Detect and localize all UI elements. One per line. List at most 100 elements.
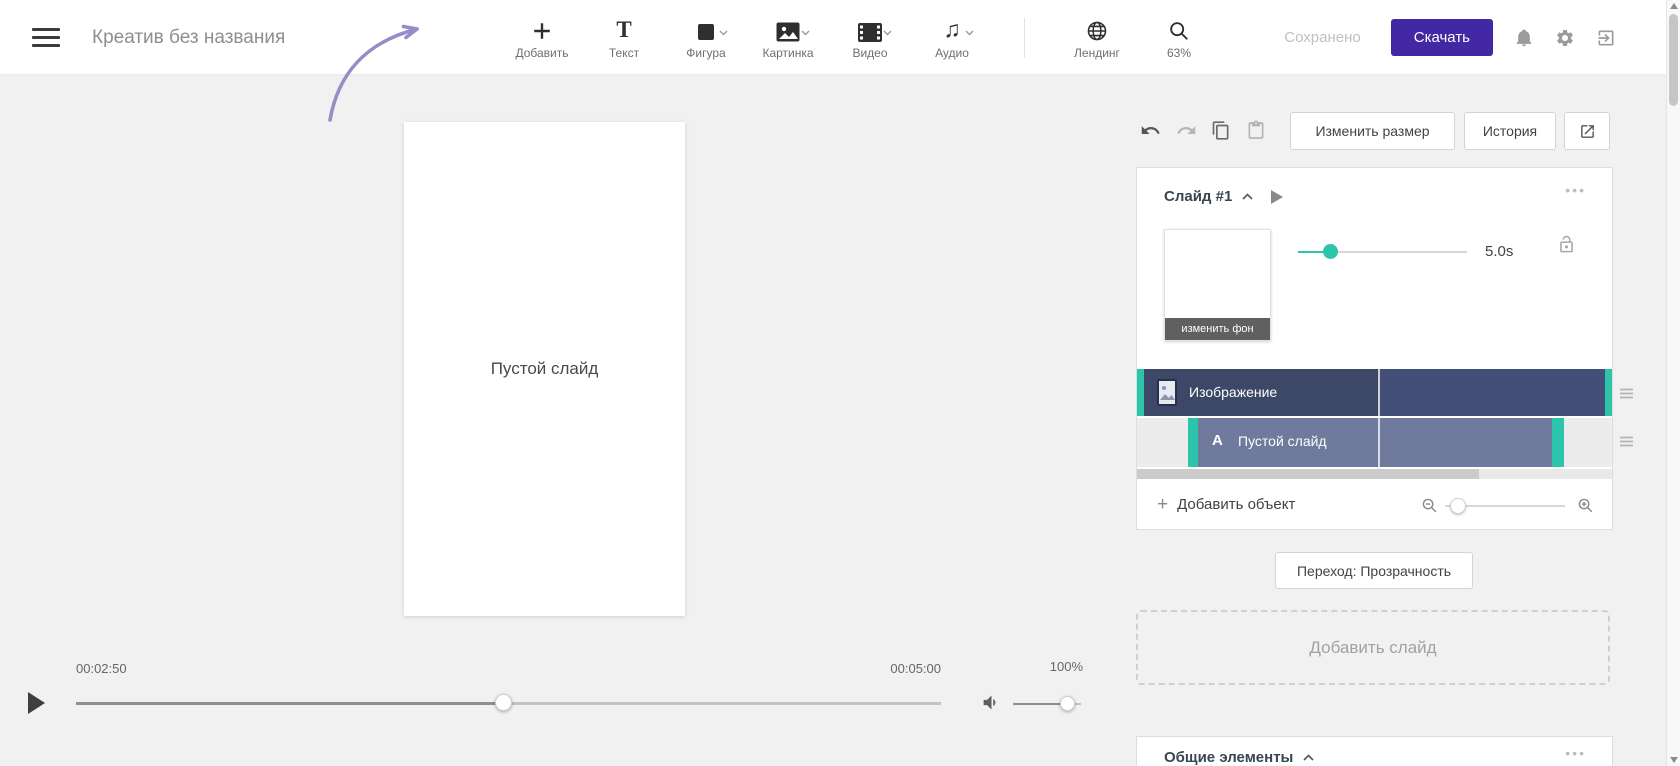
timeline-scrollbar-thumb[interactable] bbox=[1137, 469, 1479, 479]
common-elements-menu-dots[interactable]: ••• bbox=[1565, 745, 1586, 761]
undo-icon[interactable] bbox=[1140, 120, 1161, 146]
trim-handle-left[interactable] bbox=[1137, 369, 1144, 416]
slide-title: Слайд #1 bbox=[1164, 188, 1233, 205]
gear-icon[interactable] bbox=[1555, 28, 1575, 48]
tool-label: Аудио bbox=[935, 46, 969, 60]
tool-label: Видео bbox=[852, 46, 888, 60]
timeline-track-image[interactable]: Изображение bbox=[1137, 369, 1612, 416]
chevron-down-icon bbox=[801, 23, 810, 41]
scroll-down-arrow[interactable] bbox=[1670, 757, 1678, 763]
duration-label: 5.0s bbox=[1485, 243, 1514, 260]
text-icon: T bbox=[616, 17, 632, 42]
paste-icon[interactable] bbox=[1246, 120, 1266, 146]
speaker-icon[interactable] bbox=[981, 692, 1002, 718]
image-track-label: Изображение bbox=[1189, 384, 1278, 400]
change-background-button[interactable]: изменить фон bbox=[1165, 318, 1270, 340]
timeline-track-text[interactable]: A Пустой слайд bbox=[1137, 418, 1612, 467]
clip-handle-left[interactable] bbox=[1188, 418, 1198, 467]
chevron-down-icon bbox=[719, 23, 728, 41]
download-button[interactable]: Скачать bbox=[1390, 19, 1493, 56]
slide-thumbnail[interactable]: изменить фон bbox=[1164, 229, 1271, 341]
empty-slide-placeholder: Пустой слайд bbox=[490, 359, 599, 378]
tool-landing[interactable]: Лендинг bbox=[1067, 15, 1127, 60]
chevron-up-icon[interactable] bbox=[1303, 754, 1314, 761]
scrollbar-thumb[interactable] bbox=[1669, 14, 1678, 106]
tool-label: Добавить bbox=[515, 46, 569, 60]
tool-shape[interactable]: Фигура bbox=[676, 15, 736, 60]
tool-label: Картинка bbox=[762, 46, 814, 60]
text-track-badge: A bbox=[1212, 432, 1223, 449]
redo-icon[interactable] bbox=[1176, 120, 1197, 146]
video-icon bbox=[858, 15, 882, 42]
open-in-new-button[interactable] bbox=[1564, 112, 1610, 150]
logout-icon[interactable] bbox=[1596, 28, 1616, 48]
track-drag-handle[interactable] bbox=[1620, 434, 1633, 452]
tool-audio[interactable]: ♫ Аудио bbox=[922, 15, 982, 60]
toolbar-divider bbox=[1024, 17, 1025, 58]
total-time: 00:05:00 bbox=[890, 661, 941, 676]
chevron-down-icon bbox=[883, 23, 892, 41]
hamburger-menu-icon[interactable] bbox=[32, 28, 60, 47]
slide-menu-dots[interactable]: ••• bbox=[1565, 182, 1586, 198]
plus-icon: + bbox=[1157, 494, 1169, 515]
add-object-button[interactable]: + Добавить объект bbox=[1157, 495, 1295, 514]
slide-card: Слайд #1 ••• изменить фон 5.0s Изображен… bbox=[1136, 167, 1613, 530]
resize-button[interactable]: Изменить размер bbox=[1290, 112, 1455, 150]
trim-handle-right[interactable] bbox=[1605, 369, 1612, 416]
transition-button[interactable]: Переход: Прозрачность bbox=[1275, 552, 1473, 589]
slide-card-header: Слайд #1 bbox=[1164, 188, 1284, 205]
duration-handle[interactable] bbox=[1323, 244, 1338, 259]
current-time: 00:02:50 bbox=[76, 661, 127, 676]
header-right: Сохранено Скачать bbox=[1284, 0, 1616, 75]
clip-handle-right[interactable] bbox=[1552, 418, 1564, 467]
playhead-line bbox=[1378, 369, 1380, 416]
add-slide-button[interactable]: Добавить слайд bbox=[1136, 610, 1610, 685]
saved-status: Сохранено bbox=[1284, 29, 1361, 46]
timeline-zoom-handle[interactable] bbox=[1450, 498, 1466, 514]
track-segment bbox=[1380, 369, 1605, 416]
play-button[interactable] bbox=[28, 692, 45, 714]
image-track-icon bbox=[1157, 379, 1177, 411]
tool-text[interactable]: T Текст bbox=[594, 15, 654, 61]
app-root: Креатив без названия Добавить T Текст Фи bbox=[0, 0, 1680, 766]
common-elements-title: Общие элементы bbox=[1164, 749, 1294, 766]
chevron-down-icon bbox=[965, 23, 974, 41]
volume-handle[interactable] bbox=[1060, 696, 1075, 711]
zoom-in-icon[interactable] bbox=[1577, 497, 1594, 519]
magnifier-icon bbox=[1168, 15, 1190, 42]
audio-icon: ♫ bbox=[943, 16, 961, 42]
history-button[interactable]: История bbox=[1464, 112, 1556, 150]
zoom-level-label: 63% bbox=[1166, 46, 1192, 60]
tool-video[interactable]: Видео bbox=[840, 15, 900, 60]
tool-label: Фигура bbox=[686, 46, 726, 60]
scroll-up-arrow[interactable] bbox=[1670, 3, 1678, 9]
text-track-label: Пустой слайд bbox=[1238, 433, 1327, 449]
canvas-slide[interactable]: Пустой слайд bbox=[404, 122, 685, 616]
slide-play-icon[interactable] bbox=[1271, 189, 1284, 204]
tool-label: Лендинг bbox=[1074, 46, 1120, 60]
header: Креатив без названия Добавить T Текст Фи bbox=[0, 0, 1680, 75]
page-scrollbar[interactable] bbox=[1666, 0, 1680, 766]
common-elements-card: Общие элементы ••• bbox=[1136, 736, 1613, 766]
track-drag-handle[interactable] bbox=[1620, 386, 1633, 404]
unlock-icon[interactable] bbox=[1557, 234, 1576, 260]
chevron-up-icon[interactable] bbox=[1242, 193, 1253, 200]
tool-picture[interactable]: Картинка bbox=[758, 15, 818, 60]
volume-percent-label: 100% bbox=[1049, 659, 1083, 674]
plus-icon bbox=[531, 15, 553, 42]
progress-fill bbox=[76, 702, 509, 705]
tool-add[interactable]: Добавить bbox=[512, 15, 572, 60]
zoom-out-icon[interactable] bbox=[1421, 497, 1438, 519]
globe-icon bbox=[1086, 15, 1108, 42]
timeline-scrollbar[interactable] bbox=[1137, 469, 1612, 479]
toolbar: Добавить T Текст Фигура Картинка Видео ♫… bbox=[512, 0, 1209, 75]
tool-zoom[interactable]: 63% bbox=[1149, 15, 1209, 60]
bell-icon[interactable] bbox=[1514, 28, 1534, 48]
playhead-line bbox=[1378, 418, 1380, 467]
text-track-clip[interactable]: A Пустой слайд bbox=[1188, 418, 1564, 467]
document-title[interactable]: Креатив без названия bbox=[92, 0, 285, 75]
add-object-label: Добавить объект bbox=[1177, 496, 1296, 513]
progress-handle[interactable] bbox=[495, 694, 512, 711]
copy-icon[interactable] bbox=[1211, 120, 1231, 146]
picture-icon bbox=[776, 15, 800, 42]
